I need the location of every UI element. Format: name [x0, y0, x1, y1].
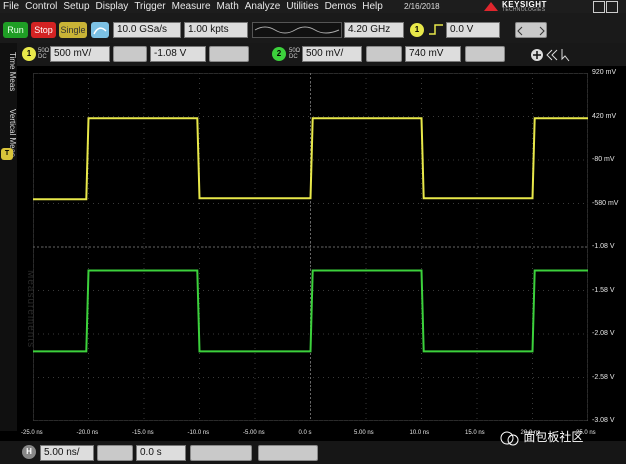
- menu-display[interactable]: Display: [93, 0, 132, 13]
- horizontal-delay-field[interactable]: 0.0 s: [136, 445, 186, 461]
- channel-1-offset-field[interactable]: -1.08 V: [150, 46, 206, 62]
- channel-2-scale-field[interactable]: 500 mV/: [302, 46, 362, 62]
- y-axis-label: 420 mV: [592, 112, 617, 120]
- close-icon[interactable]: [606, 1, 618, 13]
- x-axis-label: 15.0 ns: [465, 430, 485, 436]
- cursor-icon[interactable]: [560, 48, 572, 62]
- horizontal-delay-arrows[interactable]: [190, 445, 252, 461]
- x-axis-label: -15.0 ns: [132, 430, 154, 436]
- x-axis-label: 0.0 s: [298, 430, 312, 436]
- menu-file[interactable]: File: [0, 0, 22, 13]
- wechat-label: 面包板社区: [523, 430, 584, 444]
- y-axis-label: -1.08 V: [592, 243, 615, 250]
- horizontal-nav-arrows[interactable]: [258, 445, 318, 461]
- channel-1-coupling: 50Ω DC: [38, 48, 50, 60]
- y-axis-label: -1.58 V: [592, 286, 615, 294]
- menu-trigger[interactable]: Trigger: [131, 0, 168, 13]
- y-axis-label: -2.58 V: [592, 373, 615, 381]
- stop-button[interactable]: Stop: [31, 22, 56, 38]
- x-axis-label: -5.00 ns: [243, 430, 265, 436]
- restore-icon[interactable]: [593, 1, 605, 13]
- x-axis-label: 10.0 ns: [409, 430, 430, 436]
- trigger-level-field[interactable]: 0.0 V: [446, 22, 500, 38]
- x-axis-label: -10.0 ns: [187, 430, 210, 436]
- horizontal-badge: H: [22, 445, 36, 459]
- acquisition-waveform-icon[interactable]: [252, 22, 342, 38]
- trigger-mode-button[interactable]: [515, 22, 547, 38]
- time-meas-tab[interactable]: Time Meas: [0, 47, 17, 97]
- menu-analyze[interactable]: Analyze: [242, 0, 284, 13]
- x-axis-label: -25.0 ns: [21, 430, 43, 436]
- x-axis-label: -20.0 ns: [76, 430, 99, 436]
- menu-utilities[interactable]: Utilities: [283, 0, 321, 13]
- wechat-icon: [500, 431, 519, 446]
- bandwidth-field[interactable]: 4.20 GHz: [344, 22, 404, 38]
- date-display: 2/16/2018: [404, 2, 440, 11]
- trigger-edge-icon[interactable]: [427, 22, 445, 38]
- menu-setup[interactable]: Setup: [60, 0, 92, 13]
- autoscale-icon: [93, 27, 107, 35]
- scope-graticule: [33, 73, 588, 421]
- run-button[interactable]: Run: [3, 22, 28, 38]
- trigger-source-badge[interactable]: 1: [410, 23, 424, 37]
- channel-1-offset-arrows[interactable]: [209, 46, 249, 62]
- y-axis-label: -580 mV: [592, 199, 619, 207]
- keysight-wave-icon: [484, 2, 498, 11]
- measure-marker-1-icon: T: [1, 148, 13, 160]
- menu-math[interactable]: Math: [214, 0, 242, 13]
- menu-bar: File Control Setup Display Trigger Measure Mat…: [0, 0, 626, 13]
- memory-depth-field[interactable]: 1.00 kpts: [184, 22, 248, 38]
- collapse-icon[interactable]: [546, 48, 558, 62]
- sample-rate-field[interactable]: 10.0 GSa/s: [113, 22, 181, 38]
- trigger-mode-icon: [517, 26, 545, 36]
- menu-demos[interactable]: Demos: [322, 0, 360, 13]
- y-axis-label: 920 mV: [592, 69, 617, 76]
- y-axis-label: -3.08 V: [592, 417, 615, 424]
- menu-control[interactable]: Control: [22, 0, 60, 13]
- menu-measure[interactable]: Measure: [169, 0, 214, 13]
- main-toolbar: Run Stop Single 10.0 GSa/s 1.00 kpts 4.2…: [0, 13, 626, 43]
- x-axis-label: 5.00 ns: [354, 430, 374, 436]
- channel-2-scale-arrows[interactable]: [366, 46, 402, 62]
- add-channel-icon[interactable]: [530, 48, 544, 62]
- wechat-watermark: 面包板社区: [500, 427, 626, 447]
- horizontal-scale-field[interactable]: 5.00 ns/: [40, 445, 94, 461]
- horizontal-scale-arrows[interactable]: [97, 445, 133, 461]
- channel-2-offset-field[interactable]: 740 mV: [405, 46, 461, 62]
- y-axis-label: -2.08 V: [592, 330, 615, 337]
- channel-1-badge[interactable]: 1: [22, 47, 36, 61]
- channel-1-scale-arrows[interactable]: [113, 46, 147, 62]
- single-button[interactable]: Single: [59, 22, 87, 38]
- channel-2-badge[interactable]: 2: [272, 47, 286, 61]
- keysight-logo: KEYSIGHT TECHNOLOGIES: [482, 0, 546, 13]
- autoscale-button[interactable]: [91, 22, 109, 38]
- channel-bar: 1 50Ω DC 500 mV/ -1.08 V 2 50Ω DC 500 mV…: [0, 43, 626, 66]
- left-sidebar: Time Meas Vertical Meas T: [0, 43, 17, 431]
- channel-2-offset-arrows[interactable]: [465, 46, 505, 62]
- channel-2-coupling: 50Ω DC: [289, 48, 301, 60]
- menu-help[interactable]: Help: [359, 0, 386, 13]
- channel-1-scale-field[interactable]: 500 mV/: [50, 46, 110, 62]
- y-axis-label: -80 mV: [592, 156, 615, 163]
